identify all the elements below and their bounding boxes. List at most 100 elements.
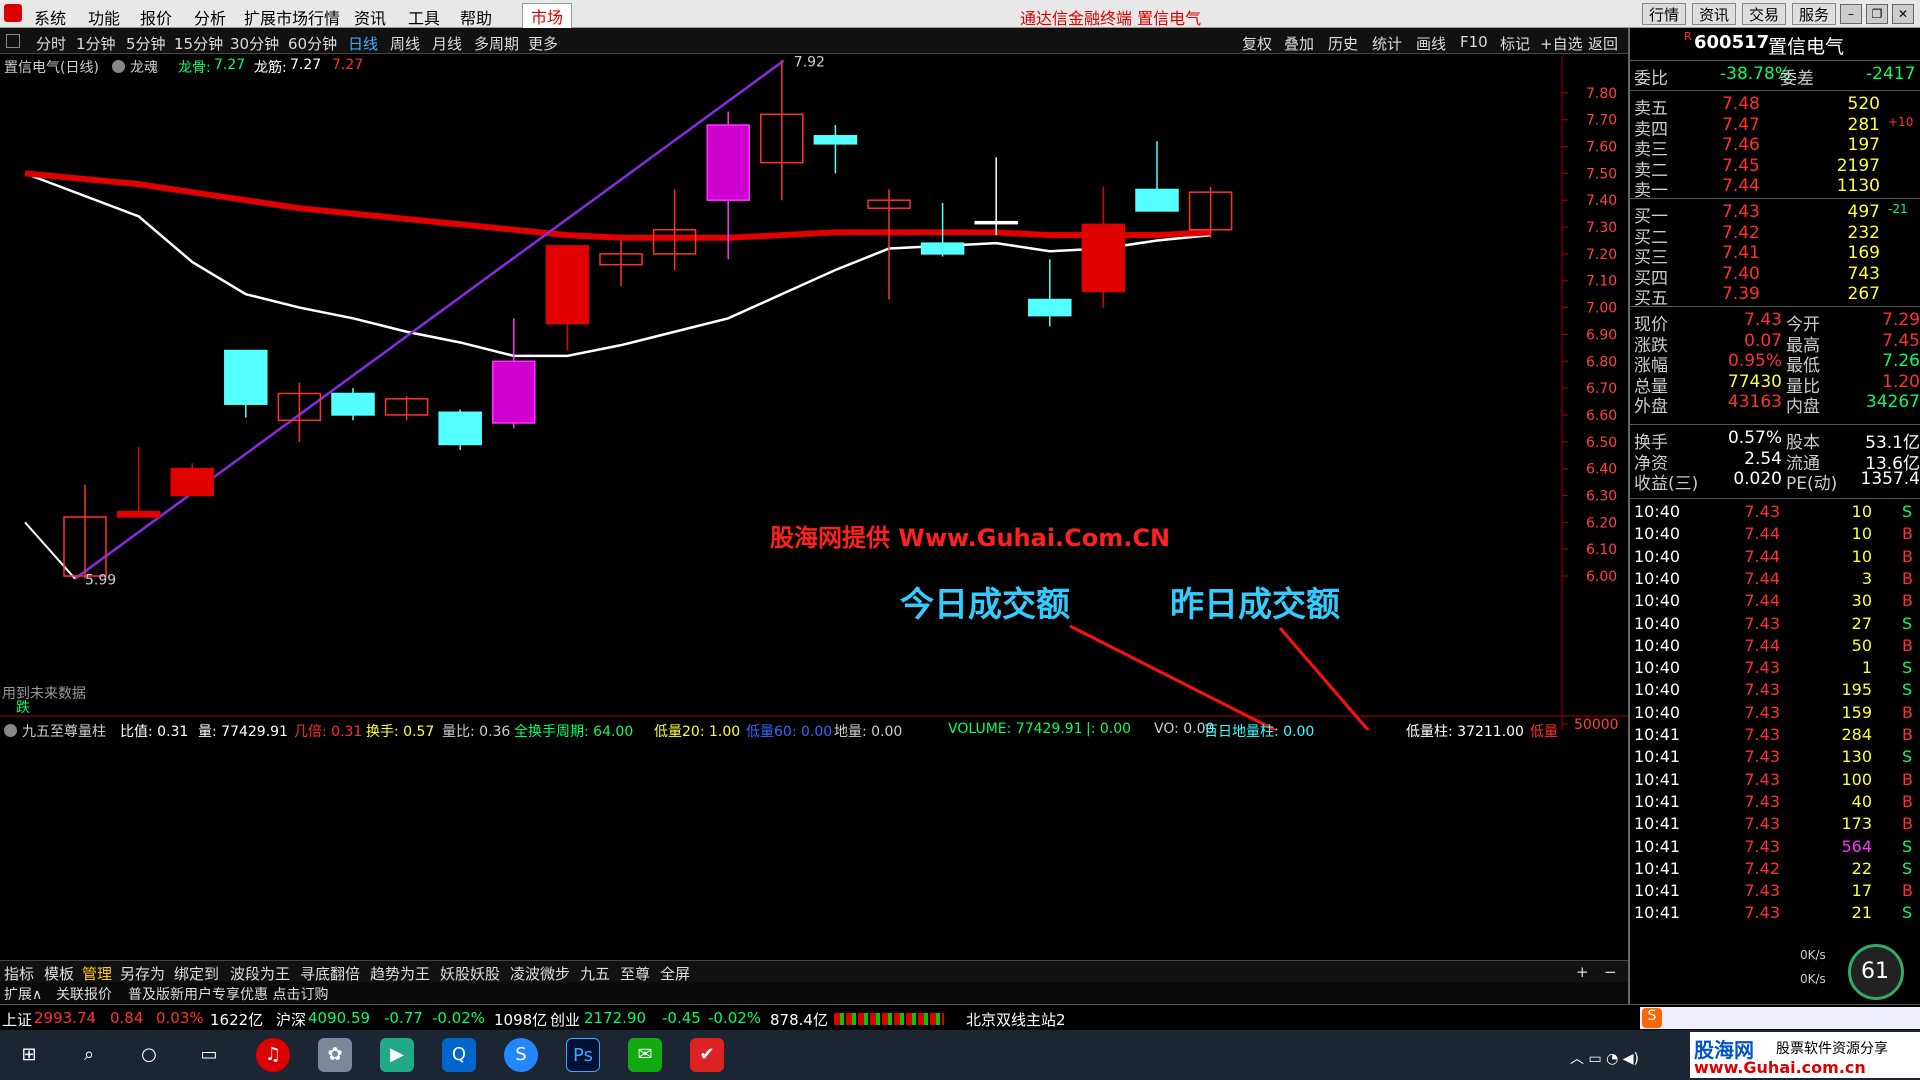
price-tick-label: 6.90 bbox=[1586, 327, 1617, 343]
tab-extend[interactable]: 扩展∧ bbox=[4, 984, 42, 1004]
menu-function[interactable]: 功能 bbox=[88, 5, 120, 29]
period-30min[interactable]: 30分钟 bbox=[230, 33, 279, 54]
tick-price: 7.42 bbox=[1744, 858, 1780, 878]
tool-fuquan[interactable]: 复权 bbox=[1242, 33, 1272, 54]
tool-tongji[interactable]: 统计 bbox=[1372, 33, 1402, 54]
tab-lingbo[interactable]: 凌波微步 bbox=[510, 963, 570, 984]
tool-fanhui[interactable]: 返回 bbox=[1588, 33, 1618, 54]
browser-icon[interactable]: Q bbox=[442, 1038, 476, 1072]
panel-toggle-icon[interactable] bbox=[6, 34, 20, 48]
tab-moban[interactable]: 模板 bbox=[44, 963, 74, 984]
tab-zhizun[interactable]: 至尊 bbox=[620, 963, 650, 984]
tab-xundi[interactable]: 寻底翻倍 bbox=[300, 963, 360, 984]
period-multi[interactable]: 多周期 bbox=[474, 33, 519, 54]
kline-chart[interactable]: 7.80 7.70 7.60 7.50 7.40 7.30 7.20 7.10 7.00 6.90… bbox=[0, 56, 1628, 730]
tab-bangdingdao[interactable]: 绑定到 bbox=[174, 963, 219, 984]
cy-label: 创业 bbox=[550, 1011, 581, 1029]
period-5min[interactable]: 5分钟 bbox=[126, 33, 166, 54]
tick-side: B bbox=[1902, 769, 1913, 789]
period-15min[interactable]: 15分钟 bbox=[174, 33, 223, 54]
menu-tools[interactable]: 工具 bbox=[408, 5, 440, 29]
ask-row[interactable]: 卖一 7.44 1130 bbox=[1630, 176, 1920, 201]
tab-lingcunwei[interactable]: 另存为 bbox=[120, 963, 165, 984]
top-btn-zx[interactable]: 资讯 bbox=[1692, 3, 1737, 25]
candle bbox=[760, 60, 804, 201]
tool-diejia[interactable]: 叠加 bbox=[1284, 33, 1314, 54]
tick-time: 10:40 bbox=[1634, 613, 1681, 633]
app-icon[interactable]: ✿ bbox=[318, 1038, 352, 1072]
tool-biaoji[interactable]: 标记 bbox=[1500, 33, 1530, 54]
tab-related-quote[interactable]: 关联报价 bbox=[56, 984, 112, 1004]
promo-link[interactable]: 普及版新用户专享优惠 点击订购 bbox=[128, 984, 328, 1004]
zoom-in-icon[interactable]: + bbox=[1576, 963, 1589, 981]
photoshop-icon[interactable]: Ps bbox=[566, 1038, 600, 1072]
stat2-value: 0.57% bbox=[1727, 428, 1782, 448]
sogou-icon[interactable]: S bbox=[1642, 1008, 1662, 1028]
tab-quanping[interactable]: 全屏 bbox=[660, 963, 690, 984]
vol-indicator-name[interactable]: 九五至尊量柱 bbox=[22, 721, 106, 741]
tool-zixuan[interactable]: +自选 bbox=[1540, 33, 1583, 54]
tdx-app-icon[interactable]: ✔ bbox=[690, 1038, 724, 1072]
period-daily[interactable]: 日线 bbox=[348, 33, 378, 54]
menu-ext-market[interactable]: 扩展市场行情 bbox=[244, 5, 340, 29]
sogou-browser-icon[interactable]: S bbox=[504, 1038, 538, 1072]
period-more[interactable]: 更多 bbox=[528, 33, 558, 54]
stat-value2: 34267 bbox=[1865, 392, 1920, 412]
indicator-toggle-icon[interactable] bbox=[112, 60, 125, 73]
zoom-out-icon[interactable]: − bbox=[1604, 963, 1617, 981]
ime-toolbar[interactable]: S bbox=[1640, 1007, 1920, 1029]
tab-yaogu[interactable]: 妖股妖股 bbox=[440, 963, 500, 984]
indicator-name[interactable]: 龙魂 bbox=[130, 57, 158, 77]
top-btn-jy[interactable]: 交易 bbox=[1742, 3, 1787, 25]
tab-guanli[interactable]: 管理 bbox=[82, 963, 112, 984]
tick-volume: 100 bbox=[1841, 769, 1872, 789]
sh-pct: 0.03% bbox=[156, 1009, 204, 1027]
tool-lishi[interactable]: 历史 bbox=[1328, 33, 1358, 54]
tick-time: 10:40 bbox=[1634, 591, 1681, 611]
candle bbox=[384, 396, 429, 421]
period-1min[interactable]: 1分钟 bbox=[76, 33, 116, 54]
minimize-icon[interactable]: – bbox=[1840, 4, 1862, 24]
menu-system[interactable]: 系统 bbox=[34, 5, 66, 29]
volume-info-line: 九五至尊量柱 比值: 0.31 量: 77429.91 几倍: 0.31 换手:… bbox=[0, 720, 1628, 740]
tool-f10[interactable]: F10 bbox=[1460, 33, 1488, 51]
tray-icons[interactable]: ︿ ▭ ◔ ◀) bbox=[1570, 1048, 1639, 1068]
windows-start-icon[interactable]: ⊞ bbox=[12, 1038, 46, 1072]
tick-time: 10:41 bbox=[1634, 769, 1681, 789]
player-icon[interactable]: ▶ bbox=[380, 1038, 414, 1072]
tab-qushi[interactable]: 趋势为王 bbox=[370, 963, 430, 984]
candle-body bbox=[1135, 188, 1179, 212]
wechat-icon[interactable]: ✉ bbox=[628, 1038, 662, 1072]
period-monthly[interactable]: 月线 bbox=[432, 33, 462, 54]
ask-volume: 197 bbox=[1847, 135, 1880, 155]
close-icon[interactable]: ✕ bbox=[1892, 4, 1914, 24]
brand-watermark: 股海网 股票软件资源分享 www.Guhai.com.cn bbox=[1690, 1032, 1920, 1078]
menu-market[interactable]: 市场 bbox=[522, 3, 573, 29]
tab-jiuwu[interactable]: 九五 bbox=[580, 963, 610, 984]
menu-help[interactable]: 帮助 bbox=[460, 5, 492, 29]
netease-music-icon[interactable]: ♫ bbox=[256, 1038, 290, 1072]
menu-quote[interactable]: 报价 bbox=[140, 5, 172, 29]
period-weekly[interactable]: 周线 bbox=[390, 33, 420, 54]
top-btn-hq[interactable]: 行情 bbox=[1642, 3, 1687, 25]
tool-huaxian[interactable]: 画线 bbox=[1416, 33, 1446, 54]
restore-icon[interactable]: ❐ bbox=[1866, 4, 1888, 24]
period-60min[interactable]: 60分钟 bbox=[288, 33, 337, 54]
cortana-icon[interactable]: ○ bbox=[132, 1038, 166, 1072]
trend-start bbox=[24, 521, 76, 580]
task-view-icon[interactable]: ▭ bbox=[192, 1038, 226, 1072]
top-btn-fw[interactable]: 服务 bbox=[1792, 3, 1837, 25]
tab-boduan[interactable]: 波段为王 bbox=[230, 963, 290, 984]
menu-info[interactable]: 资讯 bbox=[354, 5, 386, 29]
tick-price: 7.43 bbox=[1744, 791, 1780, 811]
tab-zhibiao[interactable]: 指标 bbox=[4, 963, 34, 984]
server-name[interactable]: 北京双线主站2 bbox=[966, 1009, 1066, 1030]
candle bbox=[813, 125, 858, 174]
bid-row[interactable]: 买五 7.39 267 bbox=[1630, 284, 1920, 309]
period-fenshi[interactable]: 分时 bbox=[36, 33, 66, 54]
tick-row: 10:41 7.43 40 B bbox=[1630, 792, 1920, 816]
stat2-value2: 1357.4 bbox=[1860, 469, 1920, 489]
vol-toggle-icon[interactable] bbox=[4, 724, 17, 737]
search-icon[interactable]: ⌕ bbox=[72, 1038, 106, 1072]
menu-analysis[interactable]: 分析 bbox=[194, 5, 226, 29]
